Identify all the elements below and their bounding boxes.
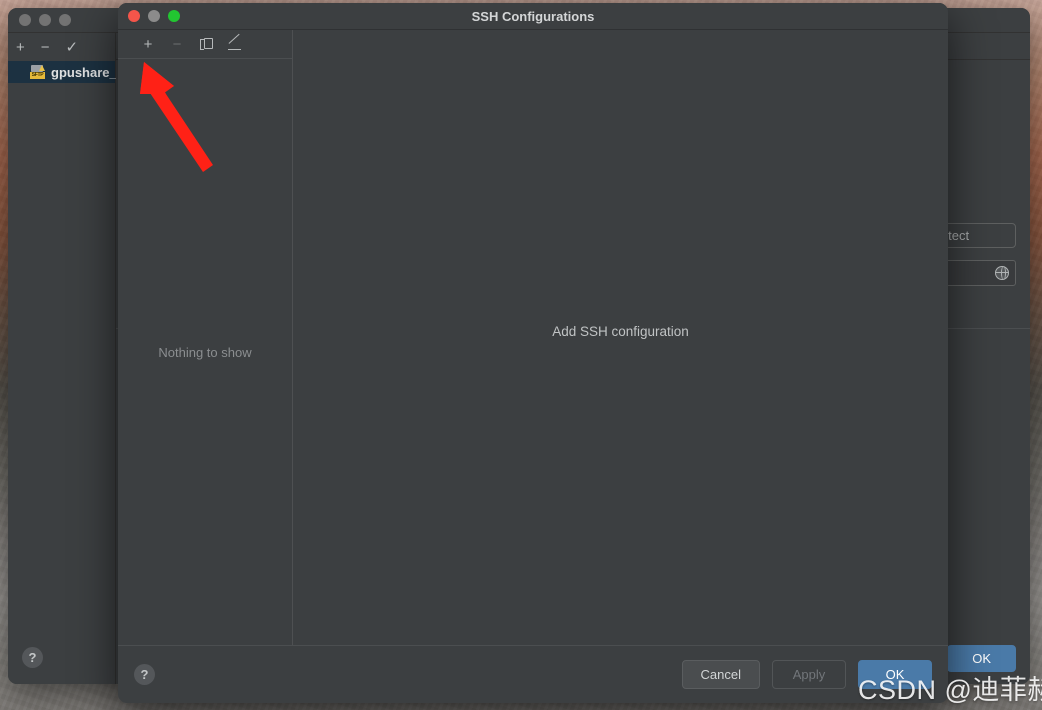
add-configuration-button[interactable]: + [140,36,156,52]
cancel-button[interactable]: Cancel [681,660,760,689]
dialog-title: SSH Configurations [471,8,595,24]
minus-icon[interactable]: − [41,40,50,55]
copy-configuration-button[interactable] [198,36,214,52]
background-left-toolbar: + − ✓ [8,33,115,61]
sftp-icon: SFTP [30,65,45,79]
ssh-configurations-list-panel: + − Nothing to show [118,30,293,645]
ssh-dialog-footer: ? Cancel Apply OK [118,645,948,703]
copy-icon [199,37,213,51]
ssh-detail-panel: Add SSH configuration [293,30,948,645]
minimize-button[interactable] [39,14,51,26]
remove-configuration-button: − [172,35,182,53]
empty-list-message: Nothing to show [158,344,252,360]
ssh-list-body: Nothing to show [118,59,292,645]
dialog-minimize-button[interactable] [148,10,160,22]
csdn-watermark: CSDN @迪菲赫尔曼 [858,675,1042,705]
ssh-dialog-content: + − Nothing to show Add SSH configuratio [118,30,948,645]
zoom-button[interactable] [59,14,71,26]
background-left-panel: + − ✓ SFTP gpushare_ [8,33,117,684]
pencil-icon [228,33,242,51]
list-item-label: gpushare_ [51,64,117,80]
checkmark-icon[interactable]: ✓ [66,40,79,55]
edit-configuration-button[interactable] [227,33,243,52]
dialog-zoom-button[interactable] [168,10,180,22]
ssh-list-toolbar: + − [118,30,292,59]
globe-icon[interactable] [995,266,1009,280]
dialog-close-button[interactable] [128,10,140,22]
dialog-help-button[interactable]: ? [134,664,155,685]
sftp-icon-label: SFTP [30,72,45,79]
ssh-configurations-dialog[interactable]: SSH Configurations + − Nothing to show A… [118,3,948,703]
ssh-dialog-titlebar: SSH Configurations [118,3,948,30]
add-ssh-configuration-message: Add SSH configuration [552,324,689,339]
close-button[interactable] [19,14,31,26]
plus-icon[interactable]: + [16,40,25,55]
background-help-button[interactable]: ? [22,647,43,668]
list-item-gpushare[interactable]: SFTP gpushare_ [8,61,117,83]
apply-button: Apply [772,660,846,689]
